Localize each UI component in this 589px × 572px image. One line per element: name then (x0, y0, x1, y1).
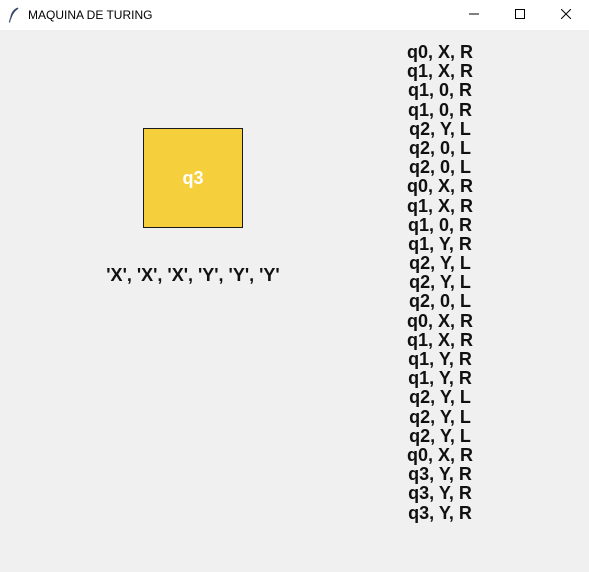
transition-item: q2, 0, L (408, 157, 471, 178)
transition-item: q3, Y, R (408, 464, 472, 485)
close-button[interactable] (543, 0, 589, 30)
transition-item: q1, 0, R (407, 80, 473, 101)
minimize-icon (469, 6, 479, 24)
transition-item: q2, Y, L (409, 425, 471, 446)
transition-item: q3, Y, R (408, 483, 472, 504)
title-bar[interactable]: MAQUINA DE TURING (0, 0, 589, 30)
transition-item: q1, X, R (406, 329, 473, 350)
transition-item: q2, 0, L (408, 137, 471, 158)
transition-item: q2, 0, L (408, 291, 471, 312)
tape-contents: 'X', 'X', 'X', 'Y', 'Y', 'Y' (106, 265, 280, 285)
current-state-box: q3 (143, 128, 243, 228)
minimize-button[interactable] (451, 0, 497, 30)
transition-item: q0, X, R (406, 444, 473, 465)
transition-item: q1, X, R (406, 61, 473, 82)
transition-item: q1, 0, R (407, 214, 473, 235)
transition-item: q1, Y, R (408, 233, 472, 254)
transition-item: q1, X, R (406, 195, 473, 216)
transition-item: q2, Y, L (409, 253, 471, 274)
transition-item: q3, Y, R (408, 502, 472, 523)
close-icon (560, 6, 572, 24)
transition-item: q1, Y, R (408, 349, 472, 369)
window-title: MAQUINA DE TURING (28, 8, 153, 22)
transition-item: q2, Y, L (409, 272, 471, 293)
window-controls (451, 0, 589, 30)
transition-item: q2, Y, L (409, 406, 471, 427)
transition-item: q0, X, R (406, 176, 473, 197)
feather-icon (6, 7, 22, 23)
current-state-label: q3 (182, 167, 204, 188)
transition-item: q0, X, R (406, 310, 473, 331)
maximize-button[interactable] (497, 0, 543, 30)
transition-item: q1, Y, R (408, 368, 472, 389)
transition-item: q0, X, R (406, 42, 473, 62)
transition-history-list: q0, X, Rq1, X, Rq1, 0, Rq1, 0, Rq2, Y, L… (380, 42, 500, 523)
maximize-icon (515, 6, 525, 24)
app-window: MAQUINA DE TURING q3 'X', 'X', 'X', 'Y',… (0, 0, 589, 572)
transition-item: q1, 0, R (407, 99, 473, 120)
transition-item: q2, Y, L (409, 387, 471, 408)
transition-item: q2, Y, L (409, 118, 471, 139)
